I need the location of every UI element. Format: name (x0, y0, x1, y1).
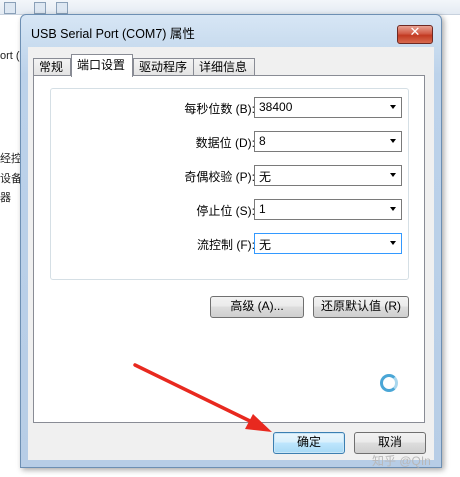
flow-control-value: 无 (259, 238, 272, 252)
chevron-down-icon (390, 241, 396, 245)
toolbar-icon (56, 2, 68, 14)
parity-value: 无 (259, 170, 272, 184)
advanced-button[interactable]: 高级 (A)... (210, 296, 304, 318)
data-bits-label: 数据位 (D): (195, 136, 255, 150)
ok-button[interactable]: 确定 (273, 432, 345, 454)
port-settings-panel: 每秒位数 (B): 38400 数据位 (D): 8 奇偶校验 (P): 无 停… (33, 75, 425, 423)
parity-label: 奇偶校验 (P): (184, 170, 255, 184)
settings-group: 每秒位数 (B): 38400 数据位 (D): 8 奇偶校验 (P): 无 停… (50, 88, 409, 280)
properties-dialog: USB Serial Port (COM7) 属性 ✕ 常规 端口设置 驱动程序… (20, 14, 442, 468)
tab-general[interactable]: 常规 (33, 58, 71, 76)
baud-rate-value: 38400 (259, 100, 293, 114)
dialog-title: USB Serial Port (COM7) 属性 (31, 27, 195, 41)
background-text: 器 (0, 192, 11, 204)
toolbar-icon (34, 2, 46, 14)
setting-row-baud-rate: 每秒位数 (B): 38400 (51, 97, 408, 119)
close-button[interactable]: ✕ (397, 25, 433, 44)
chevron-down-icon (390, 139, 396, 143)
stop-bits-label: 停止位 (S): (196, 204, 255, 218)
stop-bits-value: 1 (259, 202, 266, 216)
background-text: 设备 (0, 173, 22, 185)
data-bits-select[interactable]: 8 (254, 131, 402, 152)
title-bar[interactable]: USB Serial Port (COM7) 属性 ✕ (21, 15, 441, 47)
tab-details[interactable]: 详细信息 (193, 58, 255, 76)
tab-driver[interactable]: 驱动程序 (133, 58, 195, 76)
background-toolbar (0, 0, 460, 15)
setting-row-data-bits: 数据位 (D): 8 (51, 131, 408, 153)
chevron-down-icon (390, 207, 396, 211)
close-icon: ✕ (409, 25, 421, 40)
restore-defaults-button[interactable]: 还原默认值 (R) (313, 296, 409, 318)
chevron-down-icon (390, 105, 396, 109)
cancel-button[interactable]: 取消 (354, 432, 426, 454)
watermark: 知乎 @QIn (372, 454, 431, 468)
baud-rate-select[interactable]: 38400 (254, 97, 402, 118)
setting-row-flow-control: 流控制 (F): 无 (51, 233, 408, 255)
toolbar-icon (4, 2, 16, 14)
flow-control-select[interactable]: 无 (254, 233, 402, 254)
tab-port-settings[interactable]: 端口设置 (71, 54, 133, 77)
flow-control-label: 流控制 (F): (197, 238, 255, 252)
busy-spinner-icon (380, 374, 398, 392)
background-text: ort ( (0, 50, 20, 62)
baud-rate-label: 每秒位数 (B): (184, 102, 255, 116)
dialog-client-area: 常规 端口设置 驱动程序 详细信息 每秒位数 (B): 38400 数据位 (D… (28, 47, 434, 460)
stop-bits-select[interactable]: 1 (254, 199, 402, 220)
data-bits-value: 8 (259, 134, 266, 148)
parity-select[interactable]: 无 (254, 165, 402, 186)
setting-row-stop-bits: 停止位 (S): 1 (51, 199, 408, 221)
chevron-down-icon (390, 173, 396, 177)
setting-row-parity: 奇偶校验 (P): 无 (51, 165, 408, 187)
